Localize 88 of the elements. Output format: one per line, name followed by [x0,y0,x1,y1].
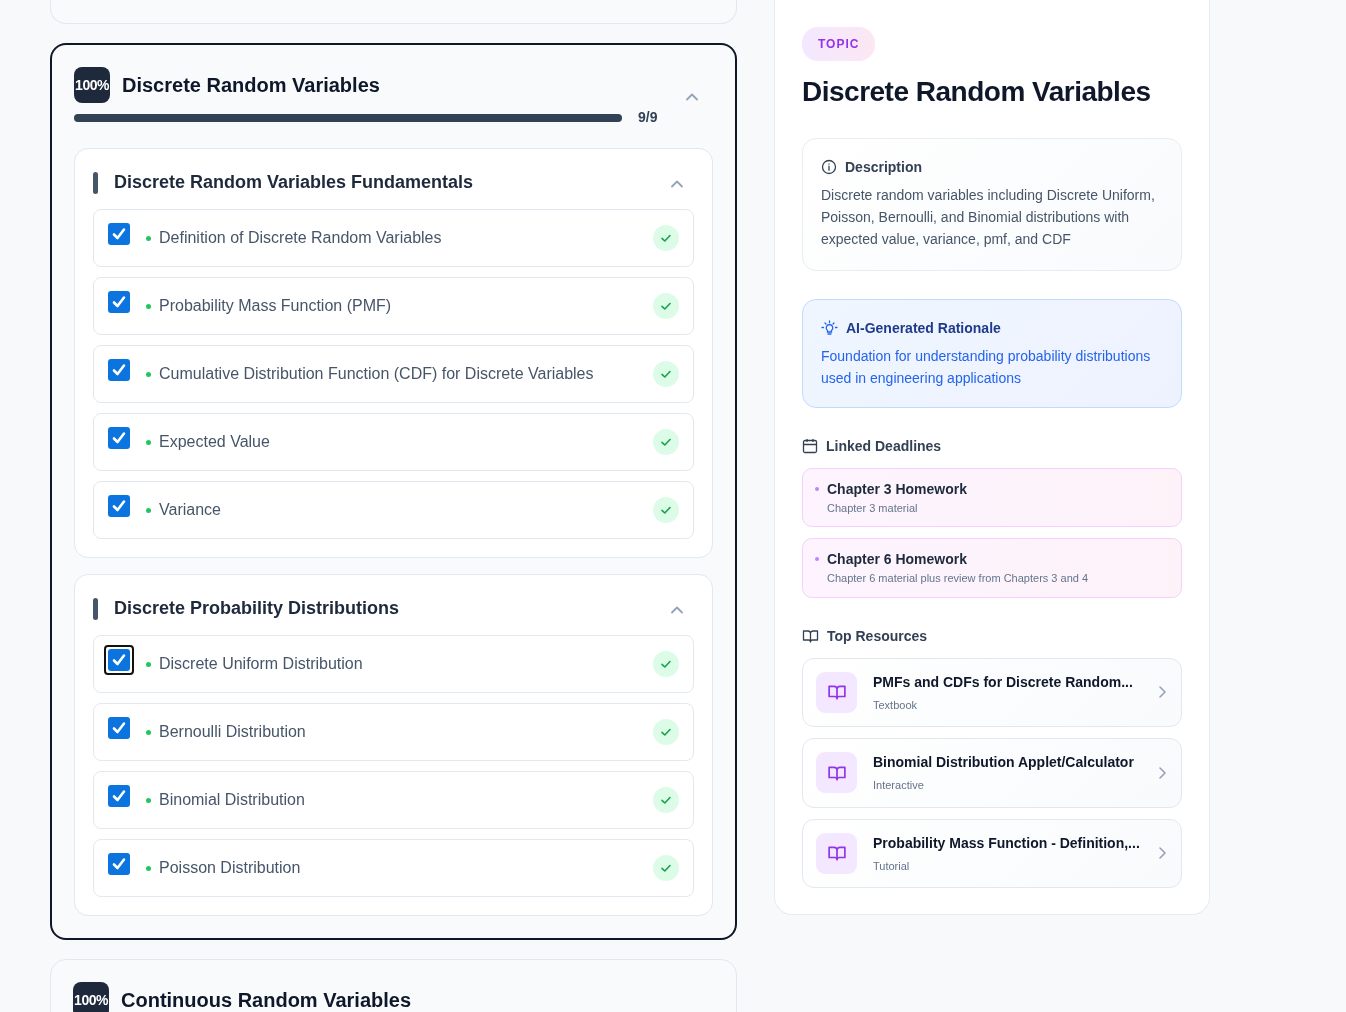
bullet-dot [146,797,151,803]
progress-badge: 100% [73,982,109,1012]
lightbulb-icon [821,319,838,337]
bullet-dot [146,729,151,735]
checkbox[interactable] [108,427,130,449]
resource-card[interactable]: Binomial Distribution Applet/Calculator Interactive [802,738,1182,808]
subtopic-row[interactable]: Poisson Distribution [93,839,694,897]
section-marker [93,598,98,620]
resource-title: PMFs and CDFs for Discrete Random... [873,672,1133,692]
chevron-right-icon [1157,764,1167,781]
check-icon [111,498,127,514]
bullet-dot [146,439,151,445]
deadline-title: Chapter 6 Homework [827,550,969,570]
book-icon [816,832,857,874]
section-heading: Linked Deadlines [826,436,942,456]
subtopic-label: Definition of Discrete Random Variables [159,228,442,248]
detail-title: Discrete Random Variables [802,75,1152,109]
check-icon [111,856,127,872]
check-icon [111,430,127,446]
chevron-right-icon [1157,845,1167,862]
deadline-title: Chapter 3 Homework [827,479,968,499]
section-heading: Top Resources [827,626,928,646]
section-title: Discrete Random Variables Fundamentals [114,172,474,194]
subtopic-row[interactable]: Binomial Distribution [93,771,694,829]
description-text: Discrete random variables including Discrete Uniform, Poisson, Bernoulli, and Binomial distributions with expected value, variance, pmf, and CDF [821,185,1156,249]
bullet-dot [815,486,819,491]
subtopic-row[interactable]: Discrete Uniform Distribution [93,635,694,693]
check-icon [111,294,127,310]
topic-title: Continuous Random Variables [121,988,412,1012]
subtopic-row[interactable]: Definition of Discrete Random Variables [93,209,694,267]
bullet-dot [146,507,151,513]
rationale-text: Foundation for understanding probability distributions used in engineering applications [821,346,1152,388]
check-icon [111,362,127,378]
subtopic-label: Cumulative Distribution Function (CDF) for Discrete Variables [159,364,594,384]
section-title: Discrete Probability Distributions [114,598,400,620]
subtopic-label: Bernoulli Distribution [159,722,306,742]
bullet-dot [146,661,151,667]
bullet-dot [146,235,151,241]
checkbox[interactable] [108,223,130,245]
deadline-subtitle: Chapter 3 material [827,500,919,516]
book-icon [802,628,819,645]
subtopic-row[interactable]: Expected Value [93,413,694,471]
topic-title: Discrete Random Variables [122,73,380,97]
checkbox[interactable] [108,291,130,313]
subtopic-row[interactable]: Probability Mass Function (PMF) [93,277,694,335]
rationale-heading: AI-Generated Rationale [846,318,1001,338]
subtopic-label: Binomial Distribution [159,790,305,810]
chevron-right-icon [1157,684,1167,701]
check-icon [111,720,127,736]
deadline-card[interactable]: Chapter 3 Homework Chapter 3 material [802,467,1182,528]
subtopic-label: Poisson Distribution [159,858,301,878]
subtopic-row[interactable]: Cumulative Distribution Function (CDF) for Discrete Variables [93,345,694,403]
subtopic-row[interactable]: Bernoulli Distribution [93,703,694,761]
check-icon [111,652,127,668]
bullet-dot [815,557,819,562]
checkbox[interactable] [108,785,130,807]
resource-title: Probability Mass Function - Definition,... [873,833,1140,853]
bullet-dot [146,865,151,871]
resource-type: Tutorial [873,858,911,874]
progress-badge: 100% [74,67,110,103]
progress-count: 9/9 [638,108,658,127]
bullet-dot [146,303,151,309]
resource-card[interactable]: Probability Mass Function - Definition,... Tutorial [802,818,1182,889]
calendar-icon [802,438,818,455]
resource-type: Interactive [873,778,925,794]
book-icon [816,752,857,794]
section-marker [93,172,98,194]
resource-card[interactable]: PMFs and CDFs for Discrete Random... Textbook [802,657,1182,728]
subtopic-label: Probability Mass Function (PMF) [159,296,392,316]
checkbox[interactable] [108,495,130,517]
subtopic-row[interactable]: Variance [93,481,694,539]
checkbox[interactable] [108,359,130,381]
book-icon [816,671,857,713]
topic-tag: TOPIC [802,27,876,61]
check-icon [111,788,127,804]
subtopic-label: Variance [159,500,221,520]
checkbox[interactable] [108,717,130,739]
check-icon [111,226,127,242]
resource-title: Binomial Distribution Applet/Calculator [873,753,1134,773]
info-icon [821,159,837,176]
subtopic-label: Expected Value [159,432,270,452]
subtopic-label: Discrete Uniform Distribution [159,654,363,674]
bullet-dot [146,371,151,377]
deadline-subtitle: Chapter 6 material plus review from Chapters 3 and 4 [827,571,1089,587]
description-heading: Description [845,157,922,177]
checkbox[interactable] [108,853,130,875]
deadline-card[interactable]: Chapter 6 Homework Chapter 6 material plus review from Chapters 3 and 4 [802,538,1182,598]
resource-type: Textbook [873,697,919,713]
